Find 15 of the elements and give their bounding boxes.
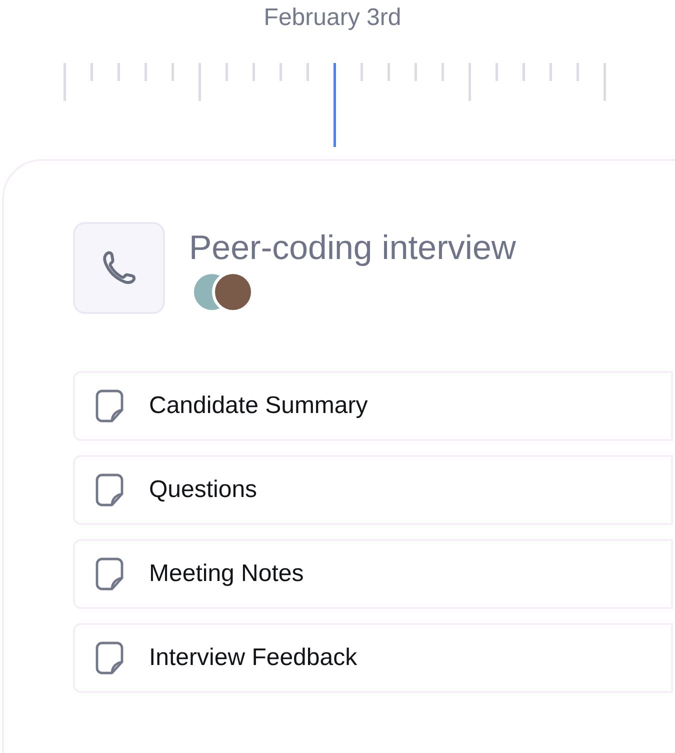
document-item[interactable]: Candidate Summary <box>73 371 673 441</box>
document-icon <box>95 557 125 591</box>
document-icon <box>95 641 125 675</box>
document-item[interactable]: Questions <box>73 455 673 525</box>
document-title: Meeting Notes <box>149 559 304 589</box>
document-item[interactable]: Interview Feedback <box>73 623 673 693</box>
document-title: Questions <box>149 475 258 505</box>
date-label: February 3rd <box>264 3 402 33</box>
document-icon <box>95 389 125 423</box>
document-icon <box>95 473 125 507</box>
document-title: Candidate Summary <box>149 391 368 421</box>
phone-button[interactable] <box>73 222 165 314</box>
document-title: Interview Feedback <box>149 643 358 673</box>
event-title: Peer-coding interview <box>189 228 516 269</box>
document-item[interactable]: Meeting Notes <box>73 539 673 609</box>
